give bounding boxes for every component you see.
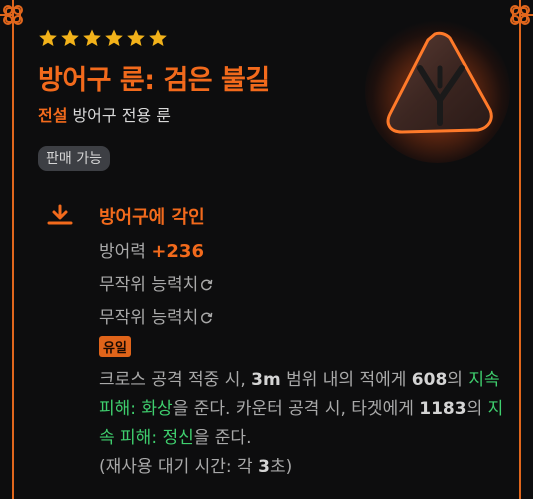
- corner-knot-icon: [510, 5, 530, 25]
- item-type: 방어구 전용 룬: [72, 106, 171, 125]
- star-icon: [39, 29, 57, 46]
- stat-defense-label: 방어력: [99, 242, 146, 262]
- engrave-title: 방어구에 각인: [99, 207, 205, 228]
- random-stat-label: 무작위 능력치: [99, 308, 199, 328]
- stat-defense: 방어력 +236: [99, 237, 204, 262]
- tooltip-frame-right: [519, 0, 521, 499]
- tooltip-frame-left: [12, 0, 14, 499]
- effect-cooldown: 3: [258, 457, 270, 477]
- random-stat-1: 무작위 능력치: [99, 270, 213, 295]
- star-rating: [38, 28, 168, 48]
- item-grade: 전설: [38, 106, 68, 125]
- dark-flame-rune-icon: [386, 31, 493, 134]
- reroll-icon: [201, 279, 213, 291]
- engrave-download-icon: [47, 204, 73, 225]
- star-icon: [105, 29, 123, 46]
- star-icon: [127, 29, 145, 46]
- reroll-icon: [201, 312, 213, 324]
- effect-damage-1: 608: [411, 370, 448, 390]
- item-subtitle: 전설 방어구 전용 룬: [38, 102, 171, 126]
- star-icon: [149, 29, 167, 46]
- corner-knot-icon: [3, 5, 23, 25]
- item-tooltip: 방어구 룬: 검은 불길 전설 방어구 전용 룬 판매 가능 방어구에 각인 방어…: [0, 0, 533, 499]
- unique-badge: 유일: [99, 336, 131, 357]
- stat-defense-value: +236: [151, 241, 204, 262]
- effect-range: 3m: [251, 370, 281, 390]
- star-icon: [83, 29, 101, 46]
- trade-status-badge: 판매 가능: [38, 146, 110, 171]
- star-icon: [61, 29, 79, 46]
- item-title: 방어구 룬: 검은 불길: [38, 65, 270, 96]
- effect-damage-2: 1183: [419, 399, 467, 419]
- random-stat-label: 무작위 능력치: [99, 275, 199, 295]
- rune-effect-description: 크로스 공격 적중 시, 3m 범위 내의 적에게 608의 지속 피해: 화상…: [99, 370, 504, 477]
- random-stat-2: 무작위 능력치: [99, 303, 213, 328]
